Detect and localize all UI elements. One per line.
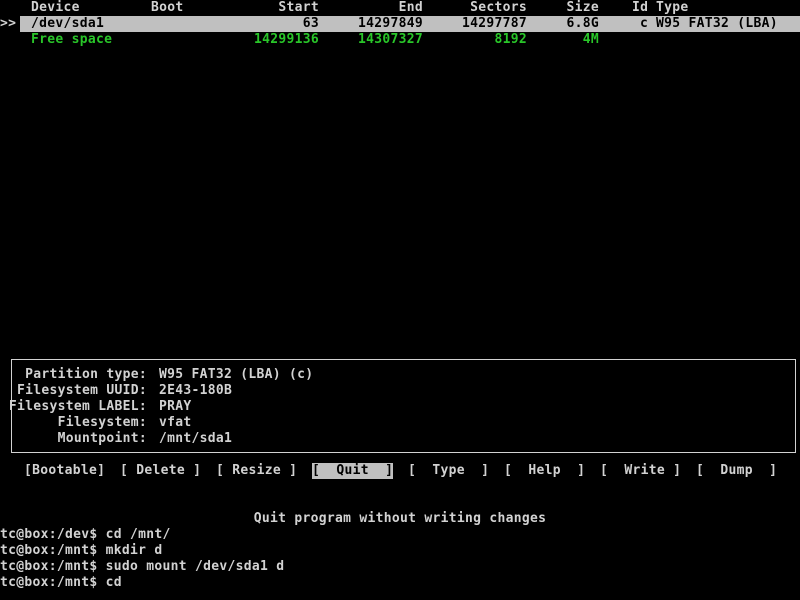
cell-device: Free space: [31, 32, 113, 47]
cell-device: /dev/sda1: [31, 16, 105, 31]
info-value: 2E43-180B: [159, 383, 233, 398]
info-label: Filesystem UUID:: [16, 383, 147, 398]
cell-id: c: [640, 16, 649, 31]
info-filesystem: Filesystem: vfat: [12, 415, 795, 431]
bootable-button[interactable]: [Bootable]: [24, 463, 105, 479]
column-end: End: [398, 0, 423, 15]
resize-button[interactable]: [ Resize ]: [216, 463, 297, 479]
cell-type: W95 FAT32 (LBA): [656, 16, 778, 31]
info-value: /mnt/sda1: [159, 431, 233, 446]
info-filesystem-label: Filesystem LABEL: PRAY: [8, 399, 795, 415]
shell-prompt-line[interactable]: tc@box:/mnt$ cd: [0, 575, 122, 591]
free-space-row[interactable]: Free space 14299136 14307327 8192 4M: [0, 32, 800, 48]
partition-row-selected[interactable]: >> /dev/sda1 63 14297849 14297787 6.8G c…: [0, 16, 800, 32]
action-hint: Quit program without writing changes: [253, 511, 547, 526]
info-mountpoint: Mountpoint: /mnt/sda1: [12, 431, 795, 447]
cell-sectors: 8192: [494, 32, 527, 47]
action-menu: [Bootable] [ Delete ] [ Resize ] [ Quit …: [0, 463, 800, 479]
column-sectors: Sectors: [470, 0, 527, 15]
info-label: Filesystem:: [57, 415, 147, 430]
info-filesystem-uuid: Filesystem UUID: 2E43-180B: [12, 383, 795, 399]
cell-start: 14299136: [253, 32, 319, 47]
info-label: Mountpoint:: [57, 431, 147, 446]
info-partition-type: Partition type: W95 FAT32 (LBA) (c): [12, 367, 795, 383]
shell-line: tc@box:/dev$ cd /mnt/: [0, 527, 171, 542]
info-label: Partition type:: [25, 367, 147, 382]
write-button[interactable]: [ Write ]: [600, 463, 681, 479]
shell-line: tc@box:/mnt$ sudo mount /dev/sda1 d: [0, 559, 285, 574]
partition-info-box: Partition type: W95 FAT32 (LBA) (c) File…: [8, 359, 796, 453]
column-id: Id: [632, 0, 649, 15]
cell-end: 14307327: [357, 32, 423, 47]
help-button[interactable]: [ Help ]: [504, 463, 585, 479]
cell-size: 6.8G: [566, 16, 599, 31]
info-value: vfat: [159, 415, 192, 430]
dump-button[interactable]: [ Dump ]: [696, 463, 777, 479]
column-type: Type: [656, 0, 689, 15]
column-start: Start: [278, 0, 319, 15]
info-label: Filesystem LABEL:: [8, 399, 147, 414]
delete-button[interactable]: [ Delete ]: [120, 463, 201, 479]
column-size: Size: [566, 0, 599, 15]
cell-sectors: 14297787: [461, 16, 527, 31]
info-value: PRAY: [159, 399, 192, 414]
quit-button[interactable]: [ Quit ]: [312, 463, 394, 479]
cell-start: 63: [302, 16, 319, 31]
terminal-window: Device Boot Start End Sectors Size Id Ty…: [0, 0, 800, 600]
partition-table-header: Device Boot Start End Sectors Size Id Ty…: [0, 0, 800, 16]
cell-end: 14297849: [357, 16, 423, 31]
column-device: Device: [31, 0, 80, 15]
cell-size: 4M: [582, 32, 599, 47]
row-selector-indicator: >>: [0, 16, 20, 32]
type-button[interactable]: [ Type ]: [408, 463, 489, 479]
column-boot: Boot: [151, 0, 184, 15]
shell-line: tc@box:/mnt$ mkdir d: [0, 543, 163, 558]
info-value: W95 FAT32 (LBA) (c): [159, 367, 314, 382]
